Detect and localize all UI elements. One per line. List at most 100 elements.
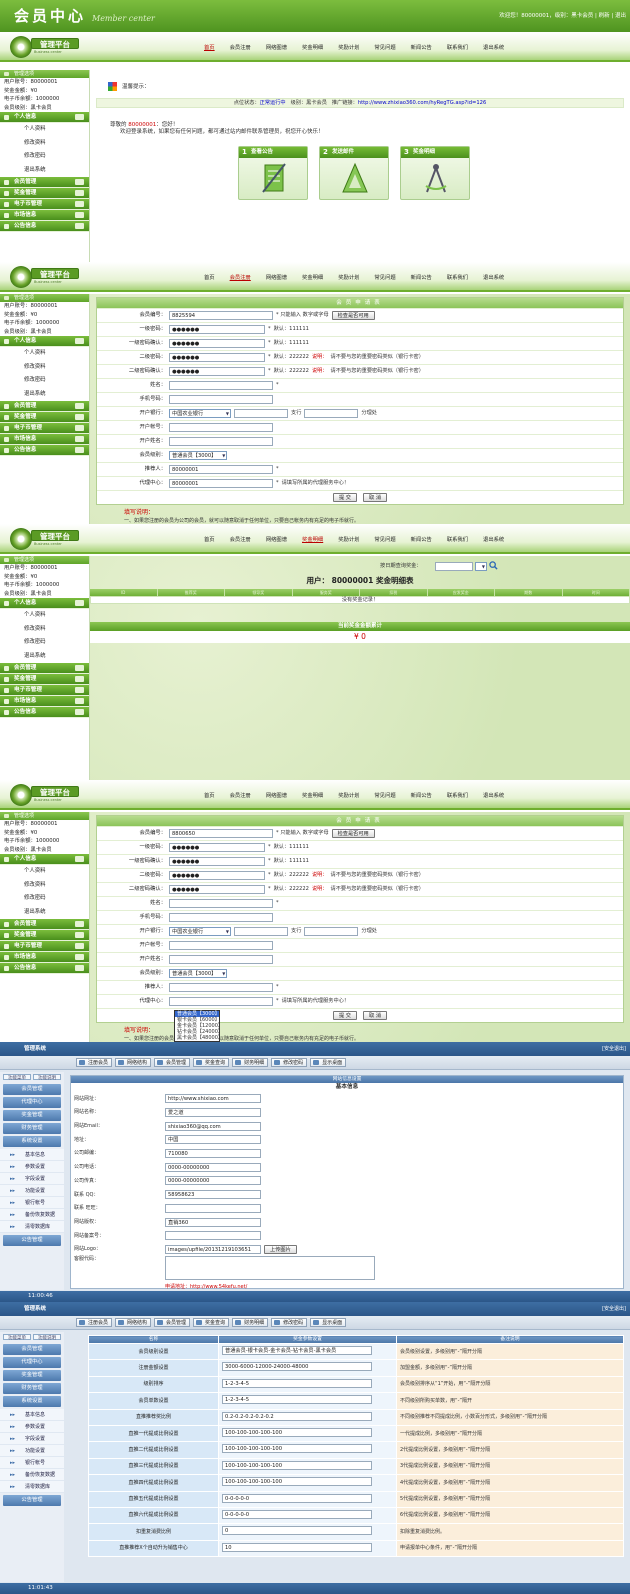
menu-notice[interactable]: 公告管理 (3, 1495, 61, 1506)
level-select[interactable]: 普通会员【3000】 (169, 451, 228, 460)
site-wangwang-input[interactable] (165, 1203, 261, 1213)
nav-plan[interactable]: 奖励计划 (338, 45, 359, 52)
tool-bonus[interactable]: 奖金查询 (193, 1318, 230, 1327)
sidebar-section-personal[interactable]: 个人信息 (0, 598, 89, 610)
param-input[interactable]: 1-2-3-4-5 (222, 1378, 372, 1388)
nav-home[interactable]: 首页 (204, 45, 215, 52)
menu-finance[interactable]: 财务管理 (3, 1123, 61, 1134)
nav-bonus[interactable]: 奖金明细 (302, 537, 323, 544)
pwd2-confirm-input[interactable]: ●●●●●● (169, 885, 265, 894)
sidebar-section-personal[interactable]: 个人信息 (0, 336, 89, 348)
tab-help[interactable]: 功能说明 (33, 1334, 61, 1341)
tool-desktop[interactable]: 显示桌面 (310, 1058, 347, 1067)
sidebar-item-password[interactable]: 修改密码 (0, 374, 89, 388)
sidebar-item-profile[interactable]: 个人资料 (0, 609, 89, 623)
sidebar-item-profile[interactable]: 个人资料 (0, 123, 89, 137)
tool-network[interactable]: 网络结构 (115, 1318, 152, 1327)
sys-item[interactable]: 字段设置 (0, 1433, 64, 1445)
tool-password[interactable]: 修改密码 (271, 1318, 308, 1327)
cancel-button[interactable]: 取 消 (363, 493, 388, 502)
param-input[interactable]: 100-100-100-100-100 (222, 1428, 372, 1438)
nav-faq[interactable]: 常见问题 (374, 793, 395, 800)
site-address-input[interactable]: 中国 (165, 1135, 261, 1145)
bank-select[interactable]: 中国农业银行 (169, 927, 231, 936)
nav-contact[interactable]: 联系我们 (447, 793, 468, 800)
pwd1-input[interactable]: ●●●●●● (169, 325, 265, 334)
referrer-input[interactable]: 80000001 (169, 465, 273, 474)
submit-button[interactable]: 提 交 (332, 1011, 357, 1020)
nav-plan[interactable]: 奖励计划 (338, 275, 359, 282)
name-input[interactable] (169, 381, 273, 390)
sidebar-section-market[interactable]: 市场信息 (0, 434, 89, 446)
menu-bonus[interactable]: 奖金管理 (3, 1110, 61, 1121)
date-select[interactable] (475, 562, 487, 571)
sidebar-section-notice[interactable]: 公告信息 (0, 963, 89, 975)
site-url-input[interactable]: http://www.shixiao.com (165, 1094, 261, 1104)
sidebar-item-edit[interactable]: 修改资料 (0, 623, 89, 637)
nav-network[interactable]: 网络图谱 (266, 793, 287, 800)
date-input[interactable] (435, 562, 473, 571)
tool-finance[interactable]: 财务明细 (232, 1318, 269, 1327)
sidebar-item-edit[interactable]: 修改资料 (0, 137, 89, 151)
nav-news[interactable]: 新闻公告 (411, 537, 432, 544)
sidebar-section-members[interactable]: 会员管理 (0, 663, 89, 675)
branch-input[interactable] (234, 927, 288, 936)
site-name-input[interactable]: 爱之道 (165, 1108, 261, 1118)
nav-news[interactable]: 新闻公告 (411, 45, 432, 52)
menu-system[interactable]: 系统设置 (3, 1396, 61, 1407)
param-input[interactable]: 0.2-0.2-0.2-0.2-0.2 (222, 1411, 372, 1421)
sys-item[interactable]: 备份恢复数据 (0, 1469, 64, 1481)
check-id-button[interactable]: 检查是否可用 (331, 311, 375, 320)
site-copyright-input[interactable]: 直销360 (165, 1217, 261, 1227)
phone-input[interactable] (169, 395, 273, 404)
sidebar-section-personal[interactable]: 个人信息 (0, 112, 89, 124)
sidebar-item-logout[interactable]: 退出系统 (0, 388, 89, 402)
nav-contact[interactable]: 联系我们 (447, 537, 468, 544)
pwd1-confirm-input[interactable]: ●●●●●● (169, 339, 265, 348)
menu-agents[interactable]: 代理中心 (3, 1357, 61, 1368)
nav-contact[interactable]: 联系我们 (447, 275, 468, 282)
sidebar-section-members[interactable]: 会员管理 (0, 177, 89, 189)
nav-network[interactable]: 网络图谱 (266, 275, 287, 282)
nav-exit[interactable]: 退出系统 (483, 275, 504, 282)
sidebar-section-members[interactable]: 会员管理 (0, 401, 89, 413)
tool-network[interactable]: 网络结构 (115, 1058, 152, 1067)
nav-faq[interactable]: 常见问题 (374, 45, 395, 52)
branch2-input[interactable] (304, 927, 359, 936)
sidebar-section-market[interactable]: 市场信息 (0, 696, 89, 708)
param-input[interactable]: 1-2-3-4-5 (222, 1395, 372, 1405)
card-bonus[interactable]: 3 奖金明细 (400, 145, 470, 200)
account-input[interactable] (169, 941, 273, 950)
check-id-button[interactable]: 检查是否可用 (331, 829, 375, 838)
sidebar-section-notice[interactable]: 公告信息 (0, 445, 89, 457)
tool-password[interactable]: 修改密码 (271, 1058, 308, 1067)
member-id-input[interactable]: 8800650 (169, 829, 273, 838)
sidebar-item-logout[interactable]: 退出系统 (0, 164, 89, 178)
nav-exit[interactable]: 退出系统 (483, 45, 504, 52)
sidebar-section-personal[interactable]: 个人信息 (0, 854, 89, 866)
site-qq-input[interactable]: 58958623 (165, 1190, 261, 1200)
bank-select[interactable]: 中国农业银行 (169, 409, 231, 418)
pwd1-confirm-input[interactable]: ●●●●●● (169, 857, 265, 866)
submit-button[interactable]: 提 交 (332, 493, 357, 502)
tab-menu[interactable]: 功能菜单 (3, 1334, 31, 1341)
site-fax-input[interactable]: 0000-00000000 (165, 1176, 261, 1186)
agent-input[interactable] (169, 997, 273, 1006)
nav-register[interactable]: 会员注册 (230, 793, 251, 800)
nav-plan[interactable]: 奖励计划 (338, 537, 359, 544)
param-input[interactable]: 100-100-100-100-100 (222, 1444, 372, 1454)
level-option[interactable]: 黑卡会员【48000】 (175, 1035, 223, 1041)
param-input[interactable]: 0 (222, 1526, 372, 1536)
pwd2-confirm-input[interactable]: ●●●●●● (169, 367, 265, 376)
param-input[interactable]: 100-100-100-100-100 (222, 1477, 372, 1487)
nav-plan[interactable]: 奖励计划 (338, 793, 359, 800)
apply-link[interactable]: 申请地址：http://www.54kefu.net/ (71, 1284, 623, 1290)
tab-help[interactable]: 功能说明 (33, 1074, 61, 1081)
sidebar-section-members[interactable]: 会员管理 (0, 919, 89, 931)
nav-home[interactable]: 首页 (204, 275, 215, 282)
menu-finance[interactable]: 财务管理 (3, 1383, 61, 1394)
param-input[interactable]: 3000-6000-12000-24000-48000 (222, 1362, 372, 1372)
tool-desktop[interactable]: 显示桌面 (310, 1318, 347, 1327)
branch-input[interactable] (234, 409, 288, 418)
nav-news[interactable]: 新闻公告 (411, 275, 432, 282)
